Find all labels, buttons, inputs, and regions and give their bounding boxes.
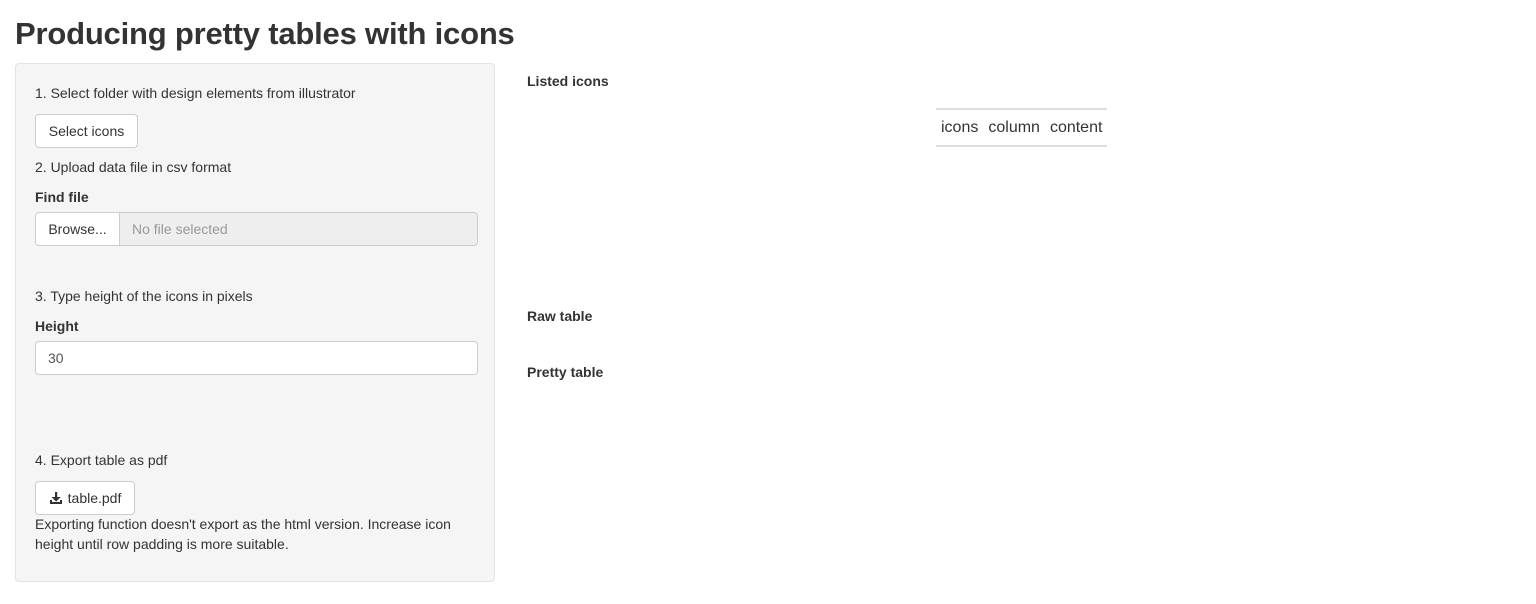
- icons-table: icons column content: [936, 108, 1108, 147]
- download-icon: [49, 491, 63, 505]
- export-help-text: Exporting function doesn't export as the…: [35, 516, 451, 552]
- height-input[interactable]: [35, 341, 478, 375]
- step2-text: 2. Upload data file in csv format: [35, 159, 232, 175]
- pretty-table-label: Pretty table: [527, 364, 604, 380]
- icons-table-header: icons: [941, 118, 979, 136]
- file-name-field[interactable]: No file selected: [120, 212, 478, 246]
- sidebar-panel: 1. Select folder with design elements fr…: [15, 63, 495, 582]
- browse-button[interactable]: Browse...: [35, 212, 120, 246]
- listed-icons-label: Listed icons: [527, 73, 609, 89]
- height-label: Height: [35, 318, 79, 334]
- download-pdf-label: table.pdf: [67, 490, 122, 506]
- raw-table-label: Raw table: [527, 308, 593, 324]
- icons-table-header: column: [988, 118, 1040, 136]
- download-pdf-button[interactable]: table.pdf: [35, 481, 135, 515]
- icons-table-header: content: [1049, 118, 1103, 136]
- step3-text: 3. Type height of the icons in pixels: [35, 288, 253, 304]
- file-input-group: Browse... No file selected: [35, 212, 478, 246]
- step4-text: 4. Export table as pdf: [35, 452, 168, 468]
- find-file-label: Find file: [35, 189, 89, 205]
- select-icons-button[interactable]: Select icons: [35, 114, 138, 148]
- page-title: Producing pretty tables with icons: [15, 16, 515, 51]
- icons-table-header-row: icons column content: [936, 109, 1107, 146]
- step1-text: 1. Select folder with design elements fr…: [35, 85, 356, 101]
